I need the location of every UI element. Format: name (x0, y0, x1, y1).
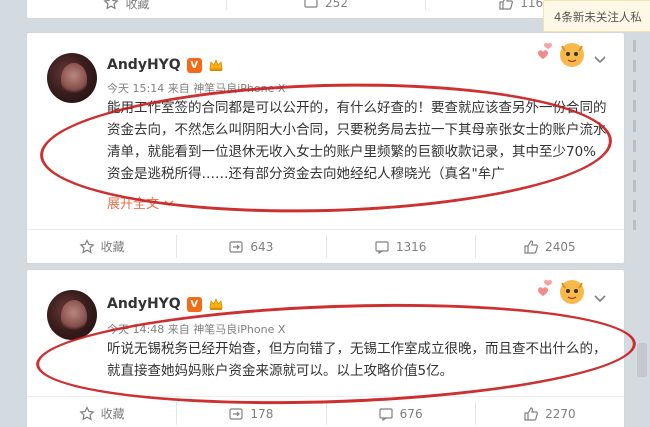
author-row: AndyHYQ V (107, 57, 224, 73)
favorite-button[interactable]: 收藏 (27, 0, 226, 15)
comment-count: 1316 (395, 239, 427, 254)
expand-label: 展开全文 (107, 197, 160, 212)
post-meta: 今天 14:48 来自 神笔马良iPhone X (107, 321, 285, 337)
comment-count: 252 (325, 0, 348, 10)
like-count: 2405 (545, 239, 576, 254)
like-count: 2270 (545, 406, 576, 421)
right-rail (628, 0, 650, 427)
crown-icon (209, 58, 223, 71)
star-icon (103, 0, 120, 10)
hearts-cat-decoration (538, 279, 584, 304)
post-card-previous: 收藏 252 1168 (27, 0, 624, 18)
action-bar: 收藏 178 676 2270 (27, 396, 624, 427)
repost-icon (229, 407, 244, 420)
post-source[interactable]: 神笔马良iPhone X (193, 323, 285, 336)
repost-button[interactable]: 643 (176, 230, 325, 263)
star-icon (79, 405, 95, 420)
hearts-cat-decoration (538, 42, 584, 67)
post-card: AndyHYQ V 今天 14:48 来自 神笔马良iPhone X 听说无锡税… (27, 270, 624, 427)
like-button[interactable]: 2405 (474, 230, 624, 263)
post-text: 能用工作室签的合同都是可以公开的，有什么好查的！要查就应该查另外一份合同的资金去… (107, 100, 607, 182)
favorite-label: 收藏 (100, 407, 125, 421)
source-prefix: 来自 (167, 82, 190, 95)
crown-icon (209, 297, 223, 310)
chevron-down-icon[interactable] (592, 51, 608, 67)
favorite-button[interactable]: 收藏 (27, 230, 176, 263)
comment-count: 676 (399, 406, 423, 421)
thumb-up-icon (524, 406, 539, 421)
star-icon (79, 238, 95, 253)
comment-button[interactable]: 1316 (325, 230, 475, 263)
scrollbar-thumb[interactable] (637, 343, 647, 377)
comment-icon (379, 407, 393, 421)
comment-button[interactable]: 252 (226, 0, 425, 15)
post-time[interactable]: 今天 15:14 (107, 82, 164, 95)
comment-icon (304, 0, 318, 8)
expand-full-text[interactable]: 展开全文 (107, 193, 175, 212)
avatar[interactable] (47, 53, 97, 103)
post-source[interactable]: 神笔马良iPhone X (193, 82, 285, 95)
author-row: AndyHYQ V (107, 296, 224, 312)
repost-icon (229, 240, 244, 253)
thumb-up-icon (499, 0, 514, 10)
repost-count: 643 (250, 239, 274, 254)
post-time[interactable]: 今天 14:48 (107, 323, 164, 336)
chevron-down-icon[interactable] (592, 290, 608, 306)
like-button[interactable]: 2270 (474, 397, 624, 427)
action-bar: 收藏 643 1316 2405 (27, 229, 624, 263)
verified-badge: V (186, 57, 202, 73)
repost-button[interactable]: 178 (176, 397, 325, 427)
comment-button[interactable]: 676 (325, 397, 475, 427)
favorite-label: 收藏 (125, 0, 150, 11)
weibo-feed: 收藏 252 1168 AndyHYQ V 今天 15:14 来自 神笔马良iP… (0, 0, 650, 427)
author-name[interactable]: AndyHYQ (107, 296, 181, 312)
post-card: AndyHYQ V 今天 15:14 来自 神笔马良iPhone X 能用工作室… (27, 33, 624, 263)
verified-badge: V (186, 296, 202, 312)
thumb-up-icon (524, 239, 539, 254)
favorite-label: 收藏 (100, 240, 125, 254)
author-name[interactable]: AndyHYQ (107, 57, 181, 73)
comment-icon (375, 240, 389, 254)
post-text: 听说无锡税务已经开始查，但方向错了，无锡工作室成立很晚，而且查不出什么的，就直接… (107, 341, 607, 379)
favorite-button[interactable]: 收藏 (27, 397, 176, 427)
timeline-rail (633, 40, 636, 230)
avatar[interactable] (47, 290, 97, 340)
repost-count: 178 (250, 406, 274, 421)
action-bar: 收藏 252 1168 (27, 0, 624, 15)
chevron-down-icon (164, 199, 174, 206)
post-meta: 今天 15:14 来自 神笔马良iPhone X (107, 80, 285, 96)
source-prefix: 来自 (167, 323, 190, 336)
